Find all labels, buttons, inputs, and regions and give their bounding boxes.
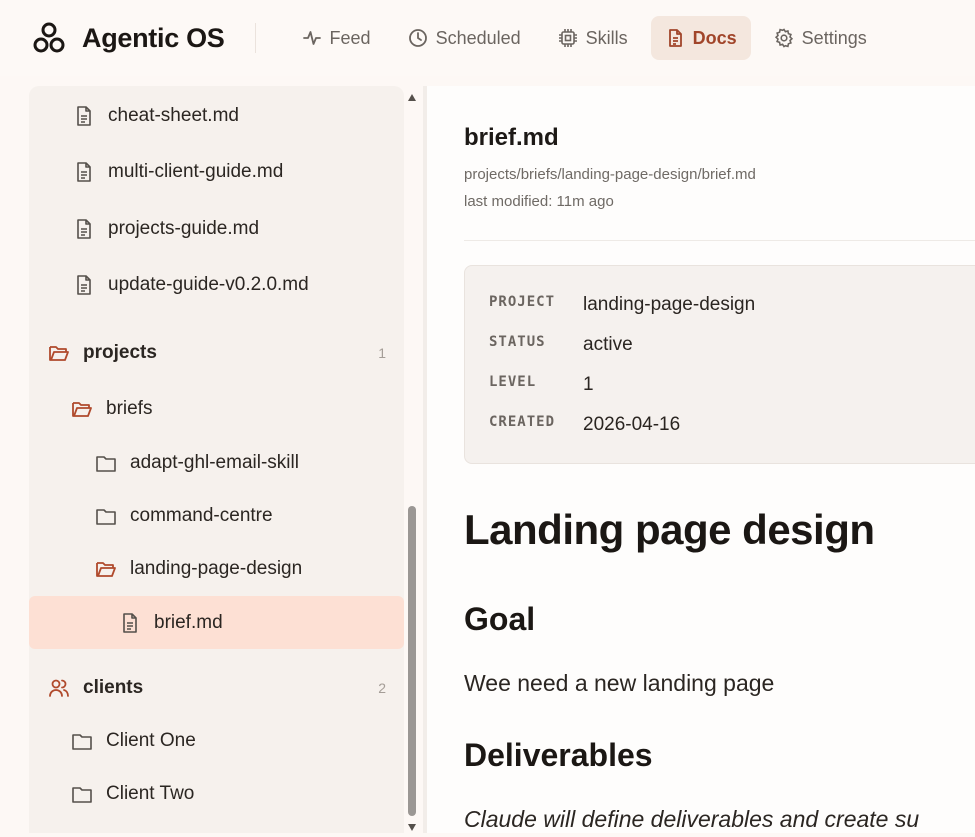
users-icon [48,677,70,699]
tree-file-label: multi-client-guide.md [108,161,284,182]
tree-folder[interactable]: Client Two [29,768,404,820]
nav-scheduled-label: Scheduled [435,27,521,48]
meta-key: CREATED [489,414,556,430]
doc-path: projects/briefs/landing-page-design/brie… [464,166,756,183]
file-tree: cheat-sheet.md multi-client-guide.md pro… [29,86,404,833]
tree-file[interactable]: cheat-sheet.md [29,90,404,142]
folder-icon [71,730,93,752]
tree-folder-label: briefs [106,398,153,419]
doc-title: brief.md [464,124,559,151]
activity-icon [302,28,322,48]
meta-key: STATUS [489,334,546,350]
folder-open-icon [71,398,93,420]
tree-file[interactable]: projects-guide.md [29,203,404,255]
scroll-up-icon[interactable] [407,90,417,101]
folder-icon [95,452,117,474]
cpu-icon [558,28,578,48]
nav-skills-label: Skills [585,27,628,48]
header-divider [254,23,256,53]
nav-docs[interactable]: Docs [650,16,751,60]
document-pane: brief.md projects/briefs/landing-page-de… [427,86,975,833]
deliverables-paragraph: Claude will define deliverables and crea… [464,806,920,832]
tree-group-projects[interactable]: projects 1 [29,327,404,379]
tree-file-label: update-guide-v0.2.0.md [108,274,309,295]
tree-folder[interactable]: Client One [29,715,404,767]
meta-value: 1 [583,374,594,395]
section-heading-goal: Goal [464,601,536,637]
file-icon [73,274,95,296]
folder-open-icon [48,342,70,364]
file-icon [73,218,95,240]
tree-folder[interactable]: adapt-ghl-email-skill [29,437,404,489]
goal-paragraph: Wee need a new landing page [464,670,775,696]
nav-settings-label: Settings [801,27,867,48]
meta-value: active [583,334,633,355]
tree-folder-label: command-centre [130,505,273,526]
tree-file[interactable]: update-guide-v0.2.0.md [29,259,404,311]
app-title: Agentic OS [82,22,225,53]
main-nav: Feed Scheduled Skills Docs Settings [288,16,890,60]
top-bar: Agentic OS Feed Scheduled Skills Docs Se… [0,0,975,76]
nav-settings[interactable]: Settings [760,16,881,60]
nav-skills[interactable]: Skills [544,16,642,60]
tree-folder-briefs[interactable]: briefs [29,383,404,435]
tree-file-label: cheat-sheet.md [108,105,239,126]
tree-folder-label: landing-page-design [130,558,303,579]
scroll-down-icon[interactable] [407,819,417,831]
file-icon [73,161,95,183]
clock-icon [408,28,428,48]
sidebar-scrollbar[interactable] [404,86,420,833]
nav-feed[interactable]: Feed [288,16,385,60]
tree-folder-label: Client Two [106,783,195,804]
meta-value: 2026-04-16 [583,414,681,435]
frontmatter-box: PROJECT landing-page-design STATUS activ… [464,265,975,464]
tree-file-label: brief.md [154,611,223,633]
tree-group-label: clients [83,677,144,698]
section-heading-deliverables: Deliverables [464,737,653,773]
tree-file-label: projects-guide.md [108,218,260,239]
folder-icon [71,783,93,805]
tree-folder-label: adapt-ghl-email-skill [130,452,299,473]
document-icon [665,28,685,48]
folder-open-icon [95,558,117,580]
tree-file-selected[interactable]: brief.md [29,596,404,649]
file-icon [73,105,95,127]
meta-value: landing-page-design [583,294,756,315]
tree-group-count: 2 [378,680,386,696]
meta-key: LEVEL [489,374,537,390]
tree-folder-label: Client One [106,730,196,751]
tree-group-clients[interactable]: clients 2 [29,662,404,714]
nav-feed-label: Feed [329,27,371,48]
folder-icon [95,505,117,527]
tree-group-label: projects [83,342,157,363]
header-rule [464,240,975,241]
doc-modified: last modified: 11m ago [464,193,614,210]
file-icon [119,612,141,634]
scrollbar-thumb[interactable] [408,506,416,816]
logo-icon [32,21,66,55]
brand[interactable]: Agentic OS [32,21,225,55]
tree-group-count: 1 [378,345,386,361]
nav-scheduled[interactable]: Scheduled [394,16,535,60]
nav-docs-label: Docs [692,27,737,48]
tree-folder-open[interactable]: landing-page-design [29,543,404,595]
tree-file[interactable]: multi-client-guide.md [29,146,404,198]
doc-heading: Landing page design [464,506,875,553]
tree-folder[interactable]: command-centre [29,490,404,542]
gear-icon [774,28,794,48]
meta-key: PROJECT [489,294,556,310]
